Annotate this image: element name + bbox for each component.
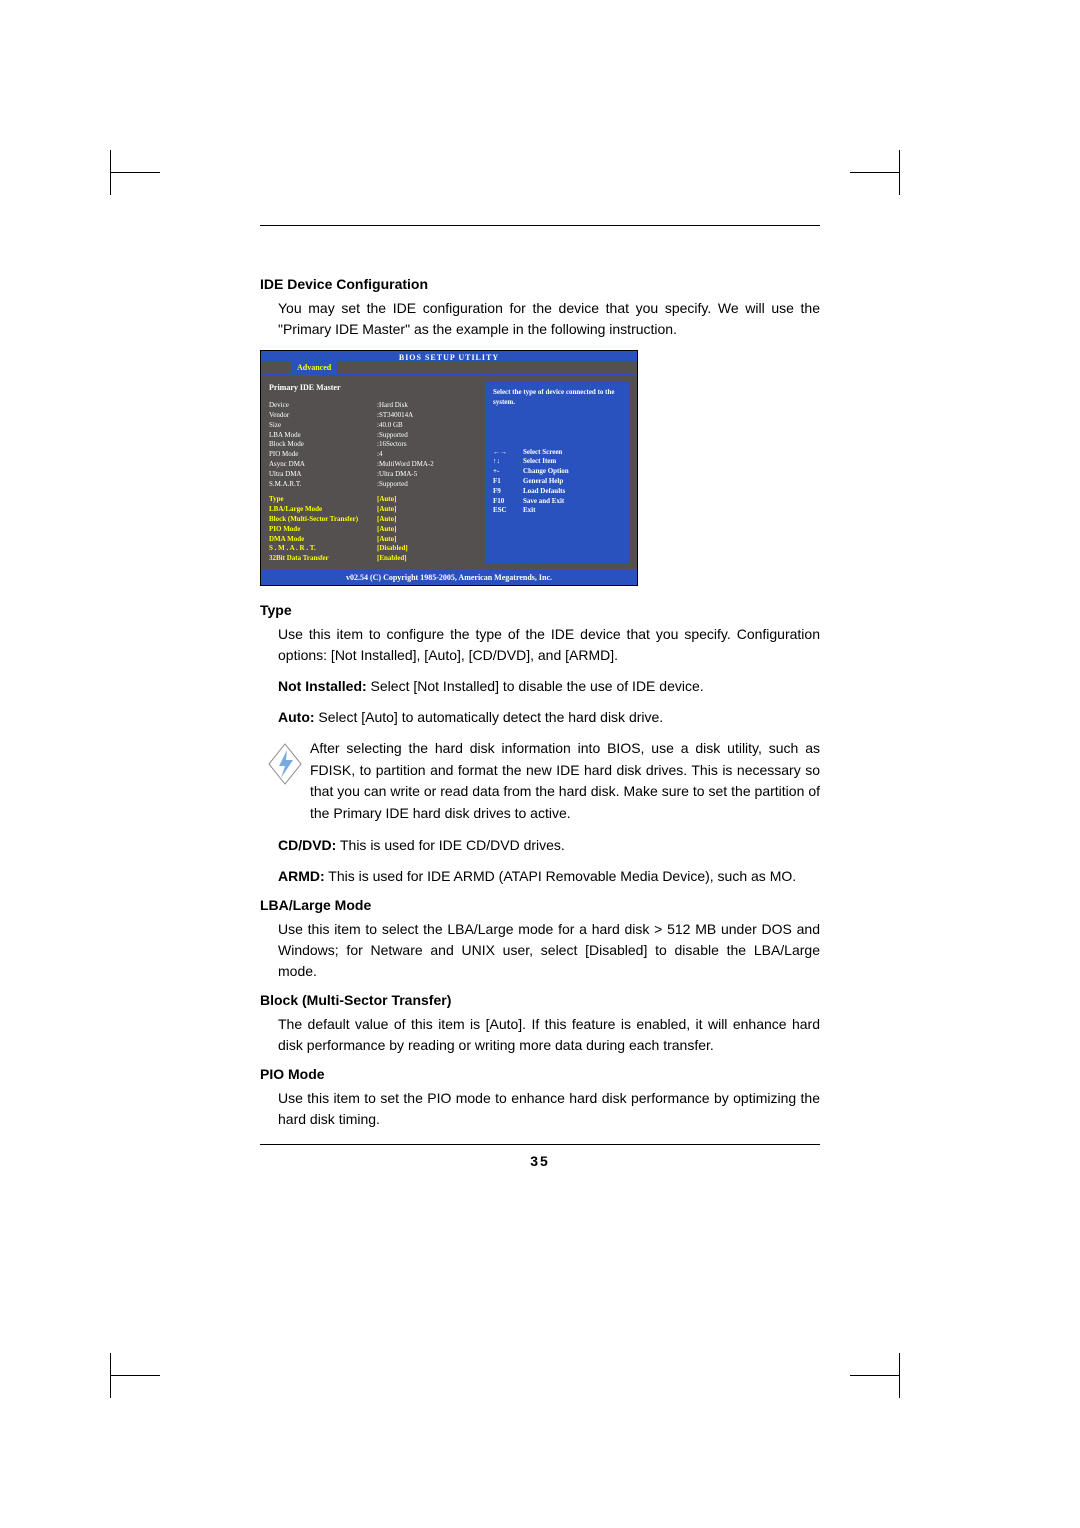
lba-body: Use this item to select the LBA/Large mo…: [260, 919, 820, 982]
heading-block: Block (Multi-Sector Transfer): [260, 992, 820, 1008]
bios-footer: v02.54 (C) Copyright 1985-2005, American…: [261, 570, 637, 585]
tip-text: After selecting the hard disk informatio…: [310, 738, 820, 825]
crop-mark-bl: [110, 1348, 180, 1398]
heading-ide-device-config: IDE Device Configuration: [260, 276, 820, 292]
heading-pio: PIO Mode: [260, 1066, 820, 1082]
bios-option-rows: Type[Auto] LBA/Large Mode[Auto] Block (M…: [269, 495, 485, 564]
type-paragraph-1: Use this item to configure the type of t…: [260, 624, 820, 666]
bottom-divider: [260, 1144, 820, 1145]
block-body: The default value of this item is [Auto]…: [260, 1014, 820, 1056]
page-number: 35: [260, 1153, 820, 1169]
top-divider: [260, 225, 820, 226]
intro-paragraph: You may set the IDE configuration for th…: [260, 298, 820, 340]
type-auto: Auto: Select [Auto] to automatically det…: [260, 707, 820, 728]
bios-help-text: Select the type of device connected to t…: [493, 388, 621, 408]
pio-body: Use this item to set the PIO mode to enh…: [260, 1088, 820, 1130]
bios-nav-help: ←→Select Screen ↑↓Select Item +-Change O…: [493, 448, 621, 517]
bios-screenshot: BIOS SETUP UTILITY Advanced Primary IDE …: [260, 350, 638, 586]
heading-lba: LBA/Large Mode: [260, 897, 820, 913]
crop-mark-tl: [110, 150, 180, 200]
tip-block: After selecting the hard disk informatio…: [260, 738, 820, 825]
bios-title: BIOS SETUP UTILITY: [261, 353, 637, 362]
type-not-installed: Not Installed: Select [Not Installed] to…: [260, 676, 820, 697]
crop-mark-tr: [830, 150, 900, 200]
heading-type: Type: [260, 602, 820, 618]
bios-tab-advanced: Advanced: [291, 362, 337, 373]
bios-section-title: Primary IDE Master: [269, 382, 485, 393]
crop-mark-br: [830, 1348, 900, 1398]
bios-info-rows: Device:Hard Disk Vendor:ST340014A Size:4…: [269, 401, 485, 489]
lightning-icon: [267, 742, 303, 786]
type-cddvd: CD/DVD: This is used for IDE CD/DVD driv…: [260, 835, 820, 856]
type-armd: ARMD: This is used for IDE ARMD (ATAPI R…: [260, 866, 820, 887]
